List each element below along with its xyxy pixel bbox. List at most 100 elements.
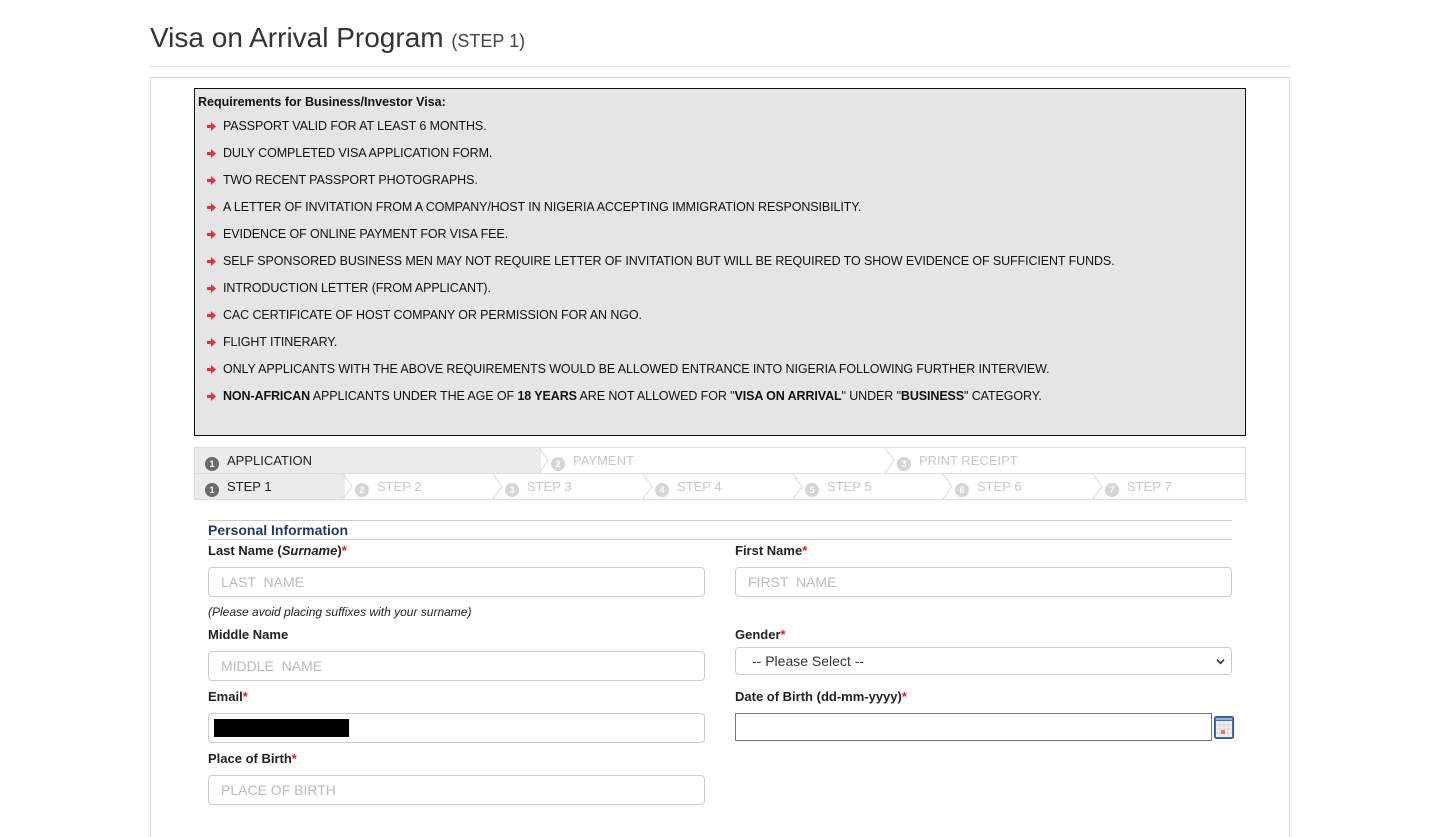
last-name-hint: (Please avoid placing suffixes with your… (208, 605, 472, 619)
arrow-right-icon (207, 203, 216, 212)
step-number-badge: 2 (551, 457, 565, 471)
requirement-bold-text: 18 YEARS (517, 389, 577, 403)
chevron-separator-icon (343, 474, 353, 499)
wizard-step-7[interactable]: 7 STEP 7 (1095, 474, 1245, 499)
requirement-item: NON-AFRICAN APPLICANTS UNDER THE AGE OF … (198, 383, 1242, 410)
last-name-input[interactable] (208, 567, 705, 597)
requirement-item: CAC CERTIFICATE OF HOST COMPANY OR PERMI… (198, 302, 1242, 329)
last-name-label: Last Name (Surname)* (208, 543, 347, 558)
step-number-badge: 1 (205, 483, 219, 497)
redacted-email-value (214, 719, 349, 737)
step-label: STEP 1 (227, 479, 272, 494)
arrow-right-icon (207, 176, 216, 185)
requirement-item: ONLY APPLICANTS WITH THE ABOVE REQUIREME… (198, 356, 1242, 383)
wizard-step-3[interactable]: 3 STEP 3 (495, 474, 653, 499)
requirement-text: INTRODUCTION LETTER (FROM APPLICANT). (223, 281, 491, 295)
step-label: PAYMENT (573, 453, 634, 468)
required-asterisk: * (341, 543, 347, 558)
requirement-text: FLIGHT ITINERARY. (223, 335, 338, 349)
required-asterisk: * (802, 543, 808, 558)
arrow-right-icon (207, 311, 216, 320)
middle-name-input[interactable] (208, 651, 705, 681)
arrow-right-icon (207, 365, 216, 374)
step-label: STEP 6 (977, 479, 1022, 494)
wizard-step-1[interactable]: 1 STEP 1 (195, 474, 353, 499)
chevron-separator-icon (943, 474, 953, 499)
last-name-label-text: Last Name ( (208, 543, 282, 558)
chevron-separator-icon (493, 474, 503, 499)
requirement-text: ONLY APPLICANTS WITH THE ABOVE REQUIREME… (223, 362, 1050, 376)
step-number-badge: 3 (505, 483, 519, 497)
chevron-separator-icon (643, 474, 653, 499)
requirement-item: FLIGHT ITINERARY. (198, 329, 1242, 356)
step-number-badge: 4 (655, 483, 669, 497)
requirements-title: Requirements for Business/Investor Visa: (198, 95, 446, 109)
required-asterisk: * (291, 751, 297, 766)
middle-name-label: Middle Name (208, 627, 289, 642)
requirement-item: PASSPORT VALID FOR AT LEAST 6 MONTHS. (198, 113, 1242, 140)
arrow-right-icon (207, 257, 216, 266)
arrow-right-icon (207, 392, 216, 401)
step-label: APPLICATION (227, 453, 313, 468)
step-number-badge: 6 (955, 483, 969, 497)
place-of-birth-input[interactable] (208, 775, 705, 805)
step-number-badge: 5 (805, 483, 819, 497)
page-header: Visa on Arrival Program (STEP 1) (150, 18, 1290, 67)
first-name-label: First Name* (735, 543, 807, 558)
email-input[interactable] (208, 713, 705, 743)
requirement-text: A LETTER OF INVITATION FROM A COMPANY/HO… (223, 200, 862, 214)
requirement-text: DULY COMPLETED VISA APPLICATION FORM. (223, 146, 493, 160)
calendar-icon[interactable] (1214, 715, 1234, 740)
requirement-bold-text: BUSINESS (900, 389, 965, 403)
wizard-step-2[interactable]: 2 STEP 2 (345, 474, 503, 499)
arrow-right-icon (207, 338, 216, 347)
wizard-phase-2[interactable]: 2 PAYMENT (541, 448, 895, 473)
gender-label-text: Gender (735, 627, 781, 642)
requirement-bold-text: NON-AFRICAN (223, 389, 311, 403)
wizard-step-row: 1 STEP 1 2 STEP 2 3 STEP 3 4 STEP 4 5 STEP 5 6 STEP… (195, 474, 1245, 500)
chevron-separator-icon (885, 448, 895, 473)
arrow-right-icon (207, 122, 216, 131)
first-name-input[interactable] (735, 567, 1232, 597)
step-label: STEP 3 (527, 479, 572, 494)
step-number-badge: 2 (355, 483, 369, 497)
page-title-text: Visa on Arrival Program (150, 22, 444, 53)
step-label: STEP 4 (677, 479, 722, 494)
requirement-item: A LETTER OF INVITATION FROM A COMPANY/HO… (198, 194, 1242, 221)
wizard-phase-3[interactable]: 3 PRINT RECEIPT (887, 448, 1245, 473)
chevron-down-icon (1216, 659, 1225, 665)
surname-italic-text: Surname (281, 543, 338, 558)
step-number-badge: 7 (1105, 483, 1119, 497)
arrow-right-icon (207, 149, 216, 158)
place-of-birth-label: Place of Birth* (208, 751, 297, 766)
step-number-badge: 1 (205, 457, 219, 471)
requirements-list: PASSPORT VALID FOR AT LEAST 6 MONTHS. DUL… (198, 113, 1242, 410)
requirement-item: DULY COMPLETED VISA APPLICATION FORM. (198, 140, 1242, 167)
requirement-text: CAC CERTIFICATE OF HOST COMPANY OR PERMI… (223, 308, 642, 322)
step-label: PRINT RECEIPT (919, 453, 1018, 468)
requirements-box: Requirements for Business/Investor Visa:… (194, 88, 1246, 436)
wizard-phase-1[interactable]: 1 APPLICATION (195, 448, 549, 473)
required-asterisk: * (901, 689, 907, 704)
wizard-step-6[interactable]: 6 STEP 6 (945, 474, 1103, 499)
wizard-step-5[interactable]: 5 STEP 5 (795, 474, 953, 499)
gender-select[interactable]: -- Please Select -- (735, 647, 1232, 675)
place-of-birth-label-text: Place of Birth (208, 751, 292, 766)
step-label: STEP 5 (827, 479, 872, 494)
chevron-separator-icon (793, 474, 803, 499)
email-label-text: Email (208, 689, 243, 704)
page-title: Visa on Arrival Program (STEP 1) (150, 18, 1290, 61)
requirement-text: APPLICANTS UNDER THE AGE OF (310, 389, 518, 403)
requirement-item: EVIDENCE OF ONLINE PAYMENT FOR VISA FEE. (198, 221, 1242, 248)
requirement-text: ARE NOT ALLOWED FOR " (576, 389, 735, 403)
arrow-right-icon (207, 284, 216, 293)
step-number-badge: 3 (897, 457, 911, 471)
requirement-text: TWO RECENT PASSPORT PHOTOGRAPHS. (223, 173, 478, 187)
section-title-personal-information: Personal Information (208, 520, 1232, 540)
dob-input[interactable] (735, 713, 1212, 741)
page-subtitle: (STEP 1) (451, 31, 526, 51)
requirement-bold-text: VISA ON ARRIVAL (734, 389, 842, 403)
chevron-separator-icon (539, 448, 549, 473)
requirement-item: TWO RECENT PASSPORT PHOTOGRAPHS. (198, 167, 1242, 194)
wizard-step-4[interactable]: 4 STEP 4 (645, 474, 803, 499)
